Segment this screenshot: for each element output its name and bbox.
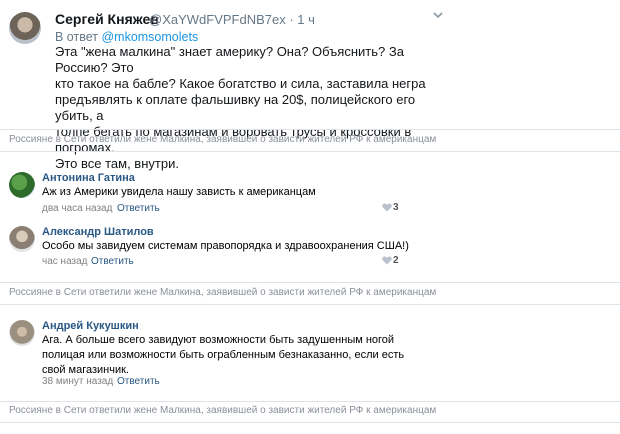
reply-button[interactable]: Ответить [91, 256, 134, 267]
comment-avatar[interactable] [9, 226, 35, 252]
comment-text: Особо мы завидуем системам правопорядка … [42, 240, 409, 252]
tweet-text-line: Это все там, внутри. [55, 156, 179, 171]
divider [0, 151, 620, 152]
chevron-down-icon[interactable] [432, 9, 444, 21]
reply-to-line: В ответ @mkomsomolets [55, 30, 198, 44]
comment-text-line: Ага. А больше всего завидуют возможности… [42, 334, 395, 346]
divider [0, 129, 620, 130]
reply-button[interactable]: Ответить [117, 376, 160, 387]
comment-avatar[interactable] [9, 320, 35, 346]
section-title[interactable]: Россияне в Сети ответили жене Малкина, з… [9, 405, 436, 416]
like-count: 2 [393, 255, 399, 266]
section-title[interactable]: Россияне в Сети ответили жене Малкина, з… [9, 287, 436, 298]
like-count: 3 [393, 202, 399, 213]
tweet-text: Эта "жена малкина" знает америку? Она? О… [55, 44, 455, 172]
reply-to-link[interactable]: @mkomsomolets [101, 30, 198, 44]
comment-text: Ага. А больше всего завидуют возможности… [42, 333, 404, 378]
comment-author-name[interactable]: Александр Шатилов [42, 226, 154, 238]
comment-author-name[interactable]: Антонина Гатина [42, 172, 135, 184]
tweet-text-line: Эта "жена малкина" знает америку? Она? О… [55, 44, 404, 75]
comment-text-line: полицая или возможности быть ограбленным… [42, 349, 405, 361]
heart-icon[interactable] [382, 256, 392, 265]
comment-author-name[interactable]: Андрей Кукушкин [42, 320, 139, 332]
comment-text: Аж из Америки увидела нашу зависть к аме… [42, 186, 316, 198]
comment-time[interactable]: два часа назад [42, 203, 112, 214]
tweet-text-line: кто такое на бабле? Какое богатство и си… [55, 76, 426, 91]
section-title[interactable]: Россияне в Сети ответили жене Малкина, з… [9, 134, 436, 145]
comment-time[interactable]: час назад [42, 256, 88, 267]
tweet-text-line: предъявлять к оплате фальшивку на 20$, п… [55, 92, 416, 123]
reply-button[interactable]: Ответить [117, 203, 160, 214]
tweet-author-name[interactable]: Сергей Княжев [55, 11, 159, 27]
comment-avatar[interactable] [9, 172, 35, 198]
tweet-author-handle[interactable]: @XaYWdFVPFdNB7ex · 1 ч [149, 12, 315, 27]
tweet-author-avatar[interactable] [9, 12, 41, 44]
divider [0, 304, 620, 305]
heart-icon[interactable] [382, 203, 392, 212]
divider [0, 422, 620, 423]
divider [0, 282, 620, 283]
comment-time[interactable]: 38 минут назад [42, 376, 113, 387]
reply-to-prefix: В ответ [55, 30, 98, 44]
divider [0, 401, 620, 402]
